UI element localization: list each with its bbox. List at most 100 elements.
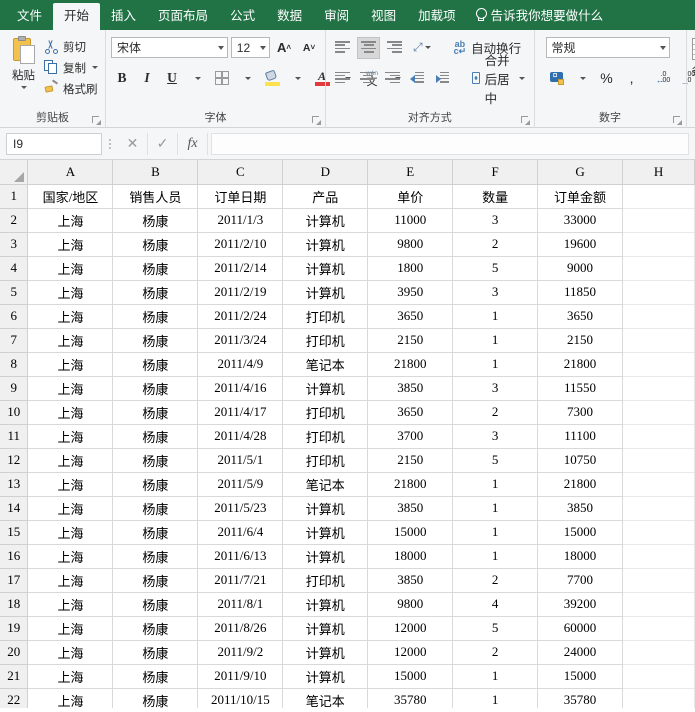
cell-a14[interactable]: 上海 bbox=[27, 496, 114, 521]
cell-f5[interactable]: 3 bbox=[452, 280, 539, 305]
cell-c4[interactable]: 2011/2/14 bbox=[197, 256, 284, 281]
cell-e19[interactable]: 12000 bbox=[367, 616, 454, 641]
cell-a11[interactable]: 上海 bbox=[27, 424, 114, 449]
cell-c22[interactable]: 2011/10/15 bbox=[197, 688, 284, 708]
cell-e3[interactable]: 9800 bbox=[367, 232, 454, 257]
column-header-a[interactable]: A bbox=[27, 160, 114, 185]
chevron-down-icon[interactable] bbox=[92, 66, 98, 69]
tab-insert[interactable]: 插入 bbox=[100, 3, 147, 30]
cell-g5[interactable]: 11850 bbox=[537, 280, 624, 305]
cell-f14[interactable]: 1 bbox=[452, 496, 539, 521]
row-header[interactable]: 1 bbox=[0, 183, 29, 209]
name-box[interactable]: I9 bbox=[6, 132, 102, 155]
font-dialog-launcher[interactable] bbox=[312, 116, 321, 125]
number-format-combo[interactable]: 常规 bbox=[545, 37, 670, 58]
cell-g19[interactable]: 60000 bbox=[537, 616, 624, 641]
copy-button[interactable]: 复制 bbox=[42, 58, 100, 77]
cell-h9[interactable] bbox=[622, 376, 695, 401]
cell-a7[interactable]: 上海 bbox=[27, 328, 114, 353]
tab-review[interactable]: 审阅 bbox=[313, 3, 360, 30]
clipboard-dialog-launcher[interactable] bbox=[92, 116, 101, 125]
cell-e7[interactable]: 2150 bbox=[367, 328, 454, 353]
cell-e5[interactable]: 3950 bbox=[367, 280, 454, 305]
cell-f20[interactable]: 2 bbox=[452, 640, 539, 665]
formula-bar-grip[interactable] bbox=[104, 134, 116, 154]
fill-color-button[interactable] bbox=[261, 67, 283, 89]
cell-f3[interactable]: 2 bbox=[452, 232, 539, 257]
cell-e22[interactable]: 35780 bbox=[367, 688, 454, 708]
borders-button[interactable] bbox=[211, 67, 233, 89]
cell-h3[interactable] bbox=[622, 232, 695, 257]
cell-c13[interactable]: 2011/5/9 bbox=[197, 472, 284, 497]
cell-c2[interactable]: 2011/1/3 bbox=[197, 208, 284, 233]
cell-b7[interactable]: 杨康 bbox=[112, 328, 199, 353]
cell-d3[interactable]: 计算机 bbox=[282, 232, 369, 257]
cell-b13[interactable]: 杨康 bbox=[112, 472, 199, 497]
cell-e18[interactable]: 9800 bbox=[367, 592, 454, 617]
cell-e13[interactable]: 21800 bbox=[367, 472, 454, 497]
cell-b8[interactable]: 杨康 bbox=[112, 352, 199, 377]
column-header-h[interactable]: H bbox=[622, 160, 695, 185]
cell-e14[interactable]: 3850 bbox=[367, 496, 454, 521]
align-left-button[interactable] bbox=[331, 67, 353, 89]
cell-a21[interactable]: 上海 bbox=[27, 664, 114, 689]
cell-h8[interactable] bbox=[622, 352, 695, 377]
cell-h13[interactable] bbox=[622, 472, 695, 497]
cell-b22[interactable]: 杨康 bbox=[112, 688, 199, 708]
cell-c12[interactable]: 2011/5/1 bbox=[197, 448, 284, 473]
cell-a5[interactable]: 上海 bbox=[27, 280, 114, 305]
increase-indent-button[interactable] bbox=[431, 67, 453, 89]
cell-c7[interactable]: 2011/3/24 bbox=[197, 328, 284, 353]
cell-b15[interactable]: 杨康 bbox=[112, 520, 199, 545]
row-header[interactable]: 2 bbox=[0, 207, 29, 233]
tab-home[interactable]: 开始 bbox=[53, 3, 101, 30]
cell-d13[interactable]: 笔记本 bbox=[282, 472, 369, 497]
cell-h6[interactable] bbox=[622, 304, 695, 329]
row-header[interactable]: 20 bbox=[0, 639, 29, 665]
cell-h1[interactable] bbox=[622, 184, 695, 209]
cell-g18[interactable]: 39200 bbox=[537, 592, 624, 617]
cell-h21[interactable] bbox=[622, 664, 695, 689]
cell-h19[interactable] bbox=[622, 616, 695, 641]
cell-a12[interactable]: 上海 bbox=[27, 448, 114, 473]
cell-e2[interactable]: 11000 bbox=[367, 208, 454, 233]
tab-addins[interactable]: 加载项 bbox=[407, 3, 467, 30]
cell-a6[interactable]: 上海 bbox=[27, 304, 114, 329]
cell-h22[interactable] bbox=[622, 688, 695, 708]
decrease-indent-button[interactable] bbox=[406, 67, 428, 89]
align-center-button[interactable] bbox=[356, 67, 378, 89]
cell-h7[interactable] bbox=[622, 328, 695, 353]
cell-h20[interactable] bbox=[622, 640, 695, 665]
cell-g4[interactable]: 9000 bbox=[537, 256, 624, 281]
cell-b12[interactable]: 杨康 bbox=[112, 448, 199, 473]
cell-f19[interactable]: 5 bbox=[452, 616, 539, 641]
orientation-button[interactable]: ⤢ bbox=[409, 37, 435, 59]
cell-b11[interactable]: 杨康 bbox=[112, 424, 199, 449]
cell-f1[interactable]: 数量 bbox=[452, 184, 539, 209]
insert-function-button[interactable]: fx bbox=[178, 132, 208, 155]
cell-d2[interactable]: 计算机 bbox=[282, 208, 369, 233]
cell-e12[interactable]: 2150 bbox=[367, 448, 454, 473]
number-dialog-launcher[interactable] bbox=[672, 116, 682, 125]
column-header-c[interactable]: C bbox=[197, 160, 284, 185]
paste-button[interactable]: 粘贴 bbox=[5, 34, 42, 106]
cell-g2[interactable]: 33000 bbox=[537, 208, 624, 233]
align-middle-button[interactable] bbox=[357, 36, 380, 59]
chevron-down-icon[interactable] bbox=[20, 86, 27, 89]
tab-view[interactable]: 视图 bbox=[360, 3, 407, 30]
cell-b20[interactable]: 杨康 bbox=[112, 640, 199, 665]
cell-b10[interactable]: 杨康 bbox=[112, 400, 199, 425]
italic-button[interactable]: I bbox=[136, 67, 158, 89]
cell-b6[interactable]: 杨康 bbox=[112, 304, 199, 329]
comma-style-button[interactable]: , bbox=[621, 67, 643, 89]
cell-c6[interactable]: 2011/2/24 bbox=[197, 304, 284, 329]
cell-h2[interactable] bbox=[622, 208, 695, 233]
tab-formulas[interactable]: 公式 bbox=[219, 3, 266, 30]
row-header[interactable]: 21 bbox=[0, 663, 29, 689]
cell-b9[interactable]: 杨康 bbox=[112, 376, 199, 401]
underline-button[interactable]: U bbox=[161, 67, 183, 89]
cell-e8[interactable]: 21800 bbox=[367, 352, 454, 377]
cell-b21[interactable]: 杨康 bbox=[112, 664, 199, 689]
cell-f13[interactable]: 1 bbox=[452, 472, 539, 497]
cell-h15[interactable] bbox=[622, 520, 695, 545]
